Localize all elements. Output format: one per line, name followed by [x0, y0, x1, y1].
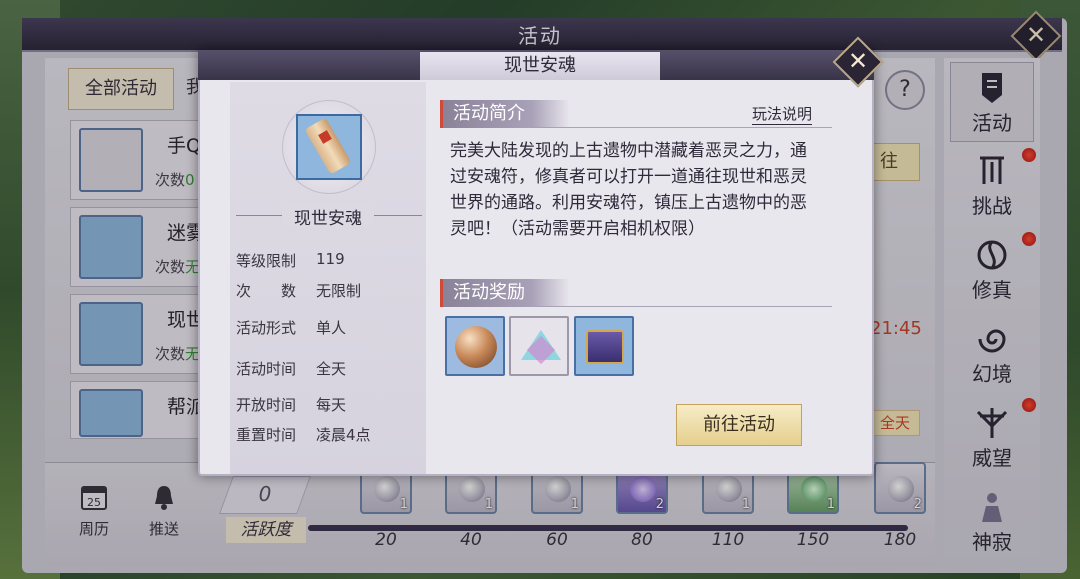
info-value: 119: [316, 250, 345, 268]
reward-item[interactable]: [445, 316, 505, 376]
rules-link[interactable]: 玩法说明: [752, 103, 813, 125]
close-icon: ✕: [847, 47, 869, 75]
info-value: 每天: [316, 396, 347, 414]
reward-item[interactable]: [509, 316, 569, 376]
info-value: 凌晨4点: [316, 426, 371, 444]
activity-name: 现世安魂: [294, 209, 362, 229]
info-label: 等级限制: [236, 252, 297, 270]
activity-description: 完美大陆发现的上古遗物中潜藏着恶灵之力，通过安魂符，修真者可以打开一道通往现世和…: [450, 141, 807, 239]
info-label: 开放时间: [236, 396, 297, 414]
info-label: 重置时间: [236, 426, 297, 444]
orb-icon: [455, 326, 497, 368]
info-value: 单人: [316, 319, 347, 337]
info-value: 无限制: [316, 282, 362, 300]
treasure-chest-icon: [586, 330, 624, 364]
info-label: 活动时间: [236, 360, 297, 378]
info-label: 活动形式: [236, 319, 297, 337]
reward-title: 活动奖励: [440, 279, 570, 307]
go-activity-button[interactable]: 前往活动: [676, 404, 802, 446]
info-value: 全天: [316, 360, 347, 378]
modal-title: 现世安魂: [420, 52, 660, 80]
reward-item[interactable]: [574, 316, 634, 376]
info-label: 次 数: [236, 282, 297, 300]
intro-title: 活动简介: [440, 100, 570, 128]
